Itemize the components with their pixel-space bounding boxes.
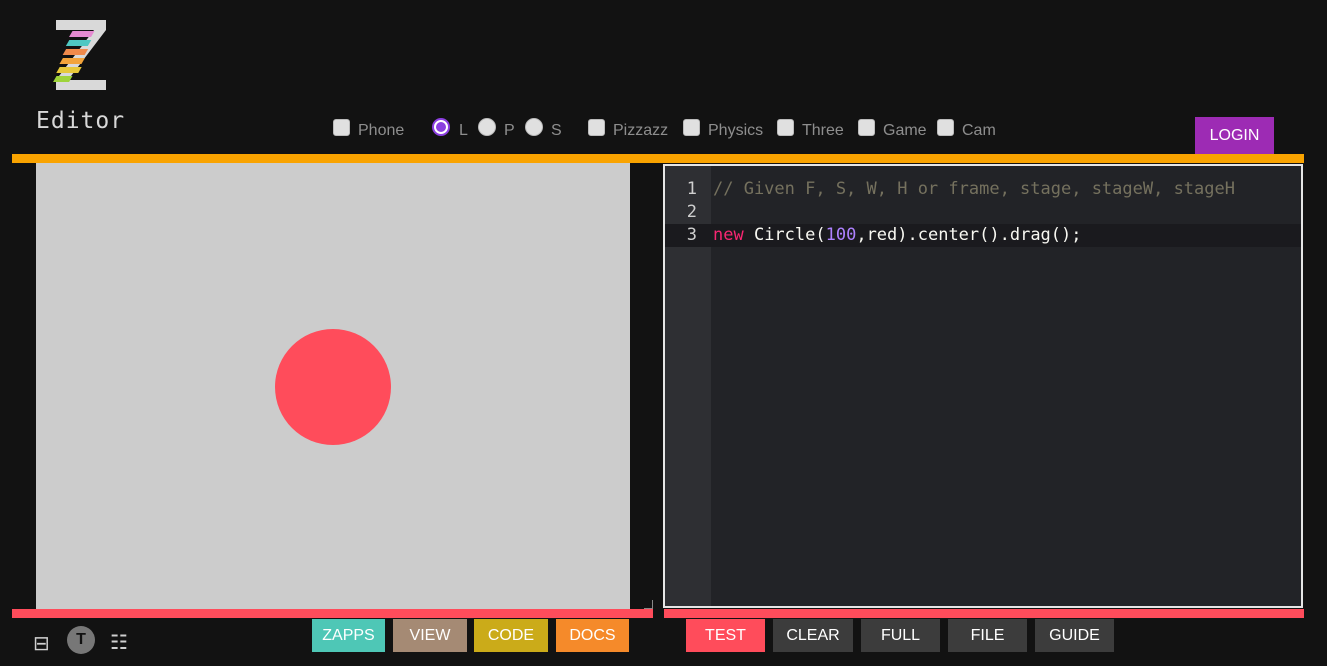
code-line-active[interactable]: 3 new Circle(100,red).center().drag(); (665, 224, 1301, 247)
app-title: Editor (36, 108, 126, 134)
physics-checkbox[interactable] (683, 118, 700, 136)
game-label: Game (883, 122, 927, 139)
test-button[interactable]: TEST (686, 619, 765, 652)
three-checkbox[interactable] (777, 118, 794, 136)
stage-resize-handle[interactable] (644, 600, 653, 609)
radio-s-label: S (551, 122, 562, 139)
radio-p-label: P (504, 122, 515, 139)
phone-checkbox[interactable] (333, 118, 350, 136)
radio-p-option[interactable]: P (478, 114, 515, 140)
three-label: Three (802, 122, 844, 139)
radio-l-option[interactable]: L (432, 114, 468, 140)
zim-logo (53, 20, 106, 90)
phone-option[interactable]: Phone (333, 114, 404, 140)
game-checkbox[interactable] (858, 118, 875, 136)
code-line[interactable]: 2 (665, 201, 1301, 224)
stage-preview[interactable] (36, 163, 630, 609)
code-line[interactable]: 1 // Given F, S, W, H or frame, stage, s… (665, 178, 1301, 201)
code-rest: ,red).center().drag(); (856, 225, 1082, 245)
login-button[interactable]: LOGIN (1195, 117, 1274, 154)
pizzazz-option[interactable]: Pizzazz (588, 114, 668, 140)
top-accent-bar (12, 154, 1304, 163)
cam-option[interactable]: Cam (937, 114, 996, 140)
physics-option[interactable]: Physics (683, 114, 763, 140)
full-button[interactable]: FULL (861, 619, 940, 652)
code-button[interactable]: CODE (474, 619, 548, 652)
code-keyword: new (713, 225, 744, 245)
bottom-accent-bar-left (12, 609, 653, 618)
cam-checkbox[interactable] (937, 118, 954, 136)
phone-label: Phone (358, 122, 405, 139)
red-circle[interactable] (275, 329, 391, 445)
code-number: 100 (825, 225, 857, 245)
list-view-icon[interactable]: ☷ (110, 630, 128, 655)
code-call: Circle( (743, 225, 826, 245)
code-editor[interactable]: 1 // Given F, S, W, H or frame, stage, s… (663, 164, 1303, 608)
clear-button[interactable]: CLEAR (773, 619, 853, 652)
pizzazz-label: Pizzazz (613, 122, 669, 139)
physics-label: Physics (708, 122, 764, 139)
code-statement: new Circle(100,red).center().drag(); (713, 224, 1082, 247)
cam-label: Cam (962, 122, 996, 139)
radio-p[interactable] (478, 118, 496, 136)
radio-l[interactable] (432, 118, 450, 136)
pizzazz-checkbox[interactable] (588, 118, 605, 136)
docs-button[interactable]: DOCS (556, 619, 629, 652)
view-button[interactable]: VIEW (393, 619, 467, 652)
code-comment: // Given F, S, W, H or frame, stage, sta… (713, 179, 1235, 199)
radio-s[interactable] (525, 118, 543, 136)
line-number: 2 (686, 202, 697, 222)
code-editor-background: 1 // Given F, S, W, H or frame, stage, s… (665, 166, 1301, 606)
game-option[interactable]: Game (858, 114, 927, 140)
radio-l-label: L (459, 122, 468, 139)
radio-s-option[interactable]: S (525, 114, 562, 140)
split-layout-icon[interactable]: ⊟ (33, 631, 50, 656)
zapps-button[interactable]: ZAPPS (312, 619, 385, 652)
theme-toggle-icon[interactable]: T (67, 626, 95, 654)
bottom-accent-bar-right (664, 609, 1304, 618)
three-option[interactable]: Three (777, 114, 844, 140)
line-number: 1 (686, 179, 697, 199)
line-number: 3 (686, 225, 697, 245)
file-button[interactable]: FILE (948, 619, 1027, 652)
guide-button[interactable]: GUIDE (1035, 619, 1114, 652)
